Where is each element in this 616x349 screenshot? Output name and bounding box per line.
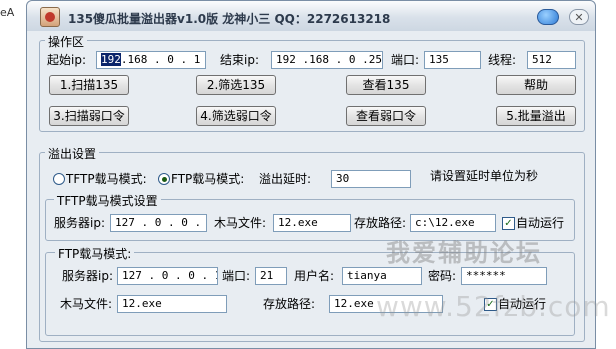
tftp-trojan-label: 木马文件:: [214, 216, 267, 230]
site-watermark: www.52fzb.com: [376, 290, 611, 323]
ftp-settings-label: FTP载马模式:: [55, 245, 135, 262]
view-135-button[interactable]: 查看135: [346, 75, 426, 95]
scan-135-button[interactable]: 1.扫描135: [49, 75, 129, 95]
close-icon[interactable]: ✕: [569, 9, 589, 25]
ftp-trojan-label: 木马文件:: [60, 297, 113, 311]
start-ip-input[interactable]: 192.168 . 0 . 1: [96, 51, 206, 69]
threads-label: 线程:: [488, 53, 517, 67]
ftp-password-input[interactable]: ******: [461, 267, 547, 285]
filter-weak-password-button[interactable]: 4.筛选弱口令: [196, 106, 276, 126]
view-weak-password-button[interactable]: 查看弱口令: [346, 106, 426, 126]
tftp-autorun-checkbox[interactable]: ✓: [502, 217, 515, 230]
scan-weak-password-button[interactable]: 3.扫描弱口令: [49, 106, 129, 126]
tftp-settings-label: TFTP载马模式设置: [54, 192, 161, 209]
ftp-port-label: 端口:: [222, 269, 251, 283]
tftp-trojan-input[interactable]: 12.exe: [273, 214, 351, 232]
window-title: 135傻瓜批量溢出器v1.0版 龙神小三 QQ：2272613218: [68, 12, 391, 26]
app-icon: [40, 7, 60, 27]
tftp-autorun-label[interactable]: 自动运行: [516, 215, 564, 231]
tftp-server-label: 服务器ip:: [54, 216, 105, 230]
delay-hint-text: 请设置延时单位为秒: [430, 169, 539, 183]
operation-group-label: 操作区: [45, 33, 88, 50]
start-ip-selected-octet: 192: [101, 53, 121, 66]
tftp-mode-label[interactable]: TFTP载马模式:: [66, 171, 147, 187]
ftp-port-input[interactable]: 21: [255, 267, 287, 285]
ftp-server-label: 服务器ip:: [62, 269, 113, 283]
ftp-user-input[interactable]: tianya: [342, 267, 422, 285]
ftp-user-label: 用户名:: [294, 269, 335, 283]
ftp-password-label: 密码:: [428, 269, 457, 283]
delay-input[interactable]: 30: [331, 170, 411, 188]
tftp-mode-radio[interactable]: [53, 173, 65, 185]
forum-watermark: 我爱辅助论坛: [386, 239, 542, 267]
ftp-server-input[interactable]: 127 . 0 . 0 . 1: [117, 267, 218, 285]
filter-135-button[interactable]: 2.筛选135: [196, 75, 276, 95]
edge-text-fragment: eA: [0, 6, 15, 19]
port-label: 端口:: [391, 53, 420, 67]
threads-input[interactable]: 512: [527, 51, 576, 69]
port-input[interactable]: 135: [424, 51, 481, 69]
start-ip-label: 起始ip:: [47, 53, 86, 67]
batch-overflow-button[interactable]: 5.批量溢出: [496, 106, 576, 126]
ftp-path-label: 存放路径:: [263, 297, 316, 311]
tftp-path-label: 存放路径:: [354, 216, 407, 230]
ftp-mode-label[interactable]: FTP载马模式:: [171, 171, 244, 187]
ftp-mode-radio[interactable]: [158, 173, 170, 185]
start-ip-rest: .168 . 0 . 1: [120, 53, 201, 66]
help-button[interactable]: 帮助: [496, 75, 576, 95]
overflow-settings-label: 溢出设置: [45, 145, 100, 162]
system-menu-icon[interactable]: [537, 9, 559, 25]
tftp-path-input[interactable]: c:\12.exe: [410, 214, 496, 232]
end-ip-label: 结束ip:: [220, 53, 259, 67]
tftp-server-input[interactable]: 127 . 0 . 0 . 1: [110, 214, 207, 232]
delay-label: 溢出延时:: [259, 172, 312, 186]
end-ip-input[interactable]: 192 .168 . 0 .255: [271, 51, 383, 69]
ftp-trojan-input[interactable]: 12.exe: [117, 295, 227, 313]
